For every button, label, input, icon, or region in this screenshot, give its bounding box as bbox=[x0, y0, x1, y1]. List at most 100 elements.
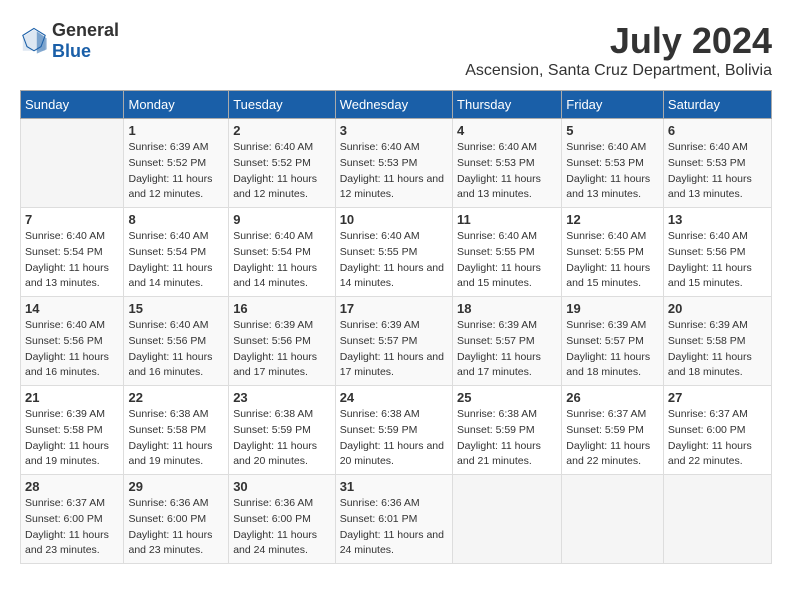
sunrise-text: Sunrise: 6:40 AM bbox=[128, 319, 208, 331]
calendar-cell: 26 Sunrise: 6:37 AM Sunset: 5:59 PM Dayl… bbox=[562, 386, 664, 475]
sunset-text: Sunset: 5:54 PM bbox=[128, 246, 206, 258]
calendar-cell: 22 Sunrise: 6:38 AM Sunset: 5:58 PM Dayl… bbox=[124, 386, 229, 475]
daylight-text: Daylight: 11 hours and 21 minutes. bbox=[457, 440, 541, 468]
day-number: 19 bbox=[566, 301, 659, 316]
calendar-cell: 13 Sunrise: 6:40 AM Sunset: 5:56 PM Dayl… bbox=[663, 208, 771, 297]
daylight-text: Daylight: 11 hours and 19 minutes. bbox=[128, 440, 212, 468]
day-info: Sunrise: 6:40 AM Sunset: 5:54 PM Dayligh… bbox=[128, 229, 224, 292]
calendar-cell bbox=[21, 119, 124, 208]
calendar-cell: 19 Sunrise: 6:39 AM Sunset: 5:57 PM Dayl… bbox=[562, 297, 664, 386]
daylight-text: Daylight: 11 hours and 16 minutes. bbox=[128, 351, 212, 379]
sunrise-text: Sunrise: 6:36 AM bbox=[233, 497, 313, 509]
day-info: Sunrise: 6:36 AM Sunset: 6:00 PM Dayligh… bbox=[128, 496, 224, 559]
sunset-text: Sunset: 5:58 PM bbox=[25, 424, 103, 436]
day-number: 11 bbox=[457, 212, 557, 227]
day-info: Sunrise: 6:38 AM Sunset: 5:59 PM Dayligh… bbox=[233, 407, 331, 470]
sunset-text: Sunset: 5:58 PM bbox=[128, 424, 206, 436]
sunrise-text: Sunrise: 6:40 AM bbox=[340, 141, 420, 153]
day-info: Sunrise: 6:40 AM Sunset: 5:52 PM Dayligh… bbox=[233, 140, 331, 203]
sunset-text: Sunset: 6:00 PM bbox=[668, 424, 746, 436]
sunset-text: Sunset: 6:00 PM bbox=[25, 513, 103, 525]
day-number: 30 bbox=[233, 479, 331, 494]
sunset-text: Sunset: 5:59 PM bbox=[340, 424, 418, 436]
calendar-cell: 16 Sunrise: 6:39 AM Sunset: 5:56 PM Dayl… bbox=[229, 297, 336, 386]
calendar-cell: 4 Sunrise: 6:40 AM Sunset: 5:53 PM Dayli… bbox=[453, 119, 562, 208]
day-info: Sunrise: 6:39 AM Sunset: 5:56 PM Dayligh… bbox=[233, 318, 331, 381]
day-number: 28 bbox=[25, 479, 119, 494]
day-number: 22 bbox=[128, 390, 224, 405]
calendar-week-row: 1 Sunrise: 6:39 AM Sunset: 5:52 PM Dayli… bbox=[21, 119, 772, 208]
day-info: Sunrise: 6:40 AM Sunset: 5:54 PM Dayligh… bbox=[25, 229, 119, 292]
sunset-text: Sunset: 5:54 PM bbox=[233, 246, 311, 258]
sunset-text: Sunset: 5:56 PM bbox=[668, 246, 746, 258]
calendar-cell bbox=[453, 475, 562, 564]
day-number: 12 bbox=[566, 212, 659, 227]
day-info: Sunrise: 6:37 AM Sunset: 5:59 PM Dayligh… bbox=[566, 407, 659, 470]
calendar-header-saturday: Saturday bbox=[663, 91, 771, 119]
day-number: 23 bbox=[233, 390, 331, 405]
logo-blue: Blue bbox=[52, 41, 91, 61]
calendar-header-thursday: Thursday bbox=[453, 91, 562, 119]
daylight-text: Daylight: 11 hours and 14 minutes. bbox=[233, 262, 317, 290]
day-number: 3 bbox=[340, 123, 448, 138]
day-number: 29 bbox=[128, 479, 224, 494]
day-number: 25 bbox=[457, 390, 557, 405]
day-number: 18 bbox=[457, 301, 557, 316]
calendar-cell: 20 Sunrise: 6:39 AM Sunset: 5:58 PM Dayl… bbox=[663, 297, 771, 386]
day-number: 17 bbox=[340, 301, 448, 316]
sunrise-text: Sunrise: 6:39 AM bbox=[128, 141, 208, 153]
calendar-week-row: 21 Sunrise: 6:39 AM Sunset: 5:58 PM Dayl… bbox=[21, 386, 772, 475]
sunrise-text: Sunrise: 6:38 AM bbox=[128, 408, 208, 420]
sunset-text: Sunset: 5:56 PM bbox=[128, 335, 206, 347]
daylight-text: Daylight: 11 hours and 18 minutes. bbox=[566, 351, 650, 379]
calendar-cell: 28 Sunrise: 6:37 AM Sunset: 6:00 PM Dayl… bbox=[21, 475, 124, 564]
calendar-cell: 31 Sunrise: 6:36 AM Sunset: 6:01 PM Dayl… bbox=[335, 475, 452, 564]
day-info: Sunrise: 6:40 AM Sunset: 5:53 PM Dayligh… bbox=[340, 140, 448, 203]
daylight-text: Daylight: 11 hours and 13 minutes. bbox=[457, 173, 541, 201]
sunset-text: Sunset: 5:55 PM bbox=[457, 246, 535, 258]
day-number: 20 bbox=[668, 301, 767, 316]
day-info: Sunrise: 6:36 AM Sunset: 6:01 PM Dayligh… bbox=[340, 496, 448, 559]
sunset-text: Sunset: 5:59 PM bbox=[233, 424, 311, 436]
sunset-text: Sunset: 5:53 PM bbox=[668, 157, 746, 169]
daylight-text: Daylight: 11 hours and 24 minutes. bbox=[340, 529, 444, 557]
sunrise-text: Sunrise: 6:39 AM bbox=[668, 319, 748, 331]
day-info: Sunrise: 6:40 AM Sunset: 5:53 PM Dayligh… bbox=[566, 140, 659, 203]
day-info: Sunrise: 6:38 AM Sunset: 5:58 PM Dayligh… bbox=[128, 407, 224, 470]
daylight-text: Daylight: 11 hours and 14 minutes. bbox=[128, 262, 212, 290]
day-info: Sunrise: 6:38 AM Sunset: 5:59 PM Dayligh… bbox=[457, 407, 557, 470]
sunset-text: Sunset: 5:55 PM bbox=[340, 246, 418, 258]
calendar-cell: 5 Sunrise: 6:40 AM Sunset: 5:53 PM Dayli… bbox=[562, 119, 664, 208]
sunset-text: Sunset: 5:52 PM bbox=[233, 157, 311, 169]
daylight-text: Daylight: 11 hours and 13 minutes. bbox=[25, 262, 109, 290]
calendar-week-row: 28 Sunrise: 6:37 AM Sunset: 6:00 PM Dayl… bbox=[21, 475, 772, 564]
sunrise-text: Sunrise: 6:39 AM bbox=[340, 319, 420, 331]
sunset-text: Sunset: 5:53 PM bbox=[340, 157, 418, 169]
calendar-cell: 24 Sunrise: 6:38 AM Sunset: 5:59 PM Dayl… bbox=[335, 386, 452, 475]
sunrise-text: Sunrise: 6:37 AM bbox=[668, 408, 748, 420]
sunrise-text: Sunrise: 6:40 AM bbox=[457, 230, 537, 242]
sunrise-text: Sunrise: 6:40 AM bbox=[668, 230, 748, 242]
daylight-text: Daylight: 11 hours and 22 minutes. bbox=[668, 440, 752, 468]
sunset-text: Sunset: 5:53 PM bbox=[566, 157, 644, 169]
daylight-text: Daylight: 11 hours and 20 minutes. bbox=[233, 440, 317, 468]
header: General Blue July 2024 Ascension, Santa … bbox=[20, 20, 772, 80]
day-info: Sunrise: 6:40 AM Sunset: 5:56 PM Dayligh… bbox=[25, 318, 119, 381]
sunset-text: Sunset: 5:57 PM bbox=[457, 335, 535, 347]
day-number: 13 bbox=[668, 212, 767, 227]
daylight-text: Daylight: 11 hours and 22 minutes. bbox=[566, 440, 650, 468]
sunset-text: Sunset: 6:00 PM bbox=[233, 513, 311, 525]
logo-text: General Blue bbox=[52, 20, 119, 62]
sunrise-text: Sunrise: 6:39 AM bbox=[25, 408, 105, 420]
calendar-header-friday: Friday bbox=[562, 91, 664, 119]
day-info: Sunrise: 6:36 AM Sunset: 6:00 PM Dayligh… bbox=[233, 496, 331, 559]
day-number: 8 bbox=[128, 212, 224, 227]
calendar-cell: 8 Sunrise: 6:40 AM Sunset: 5:54 PM Dayli… bbox=[124, 208, 229, 297]
sunrise-text: Sunrise: 6:40 AM bbox=[340, 230, 420, 242]
calendar-cell: 12 Sunrise: 6:40 AM Sunset: 5:55 PM Dayl… bbox=[562, 208, 664, 297]
calendar-cell: 3 Sunrise: 6:40 AM Sunset: 5:53 PM Dayli… bbox=[335, 119, 452, 208]
calendar-cell: 7 Sunrise: 6:40 AM Sunset: 5:54 PM Dayli… bbox=[21, 208, 124, 297]
sunrise-text: Sunrise: 6:38 AM bbox=[340, 408, 420, 420]
day-info: Sunrise: 6:40 AM Sunset: 5:53 PM Dayligh… bbox=[668, 140, 767, 203]
calendar-week-row: 7 Sunrise: 6:40 AM Sunset: 5:54 PM Dayli… bbox=[21, 208, 772, 297]
